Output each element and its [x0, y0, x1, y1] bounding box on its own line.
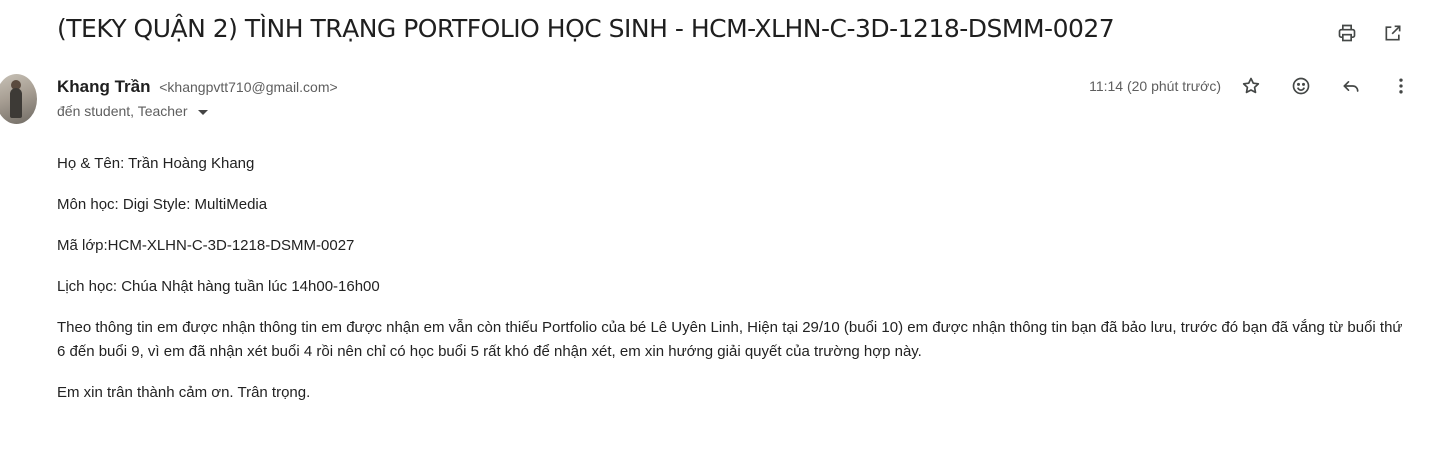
emoji-icon[interactable] [1289, 74, 1313, 98]
chevron-down-icon[interactable] [197, 109, 208, 115]
body-line-subject: Môn học: Digi Style: MultiMedia [57, 196, 268, 213]
sender-name[interactable]: Khang Trần [57, 77, 151, 96]
email-body: Họ & Tên: Trần Hoàng Khang Môn học: Digi… [57, 152, 1407, 422]
sender-line: Khang Trần <khangpvtt710@gmail.com> [57, 77, 338, 97]
avatar-figure [10, 88, 22, 118]
sender-email[interactable]: <khangpvtt710@gmail.com> [159, 79, 337, 95]
body-line-closing: Em xin trân thành cảm ơn. Trân trọng. [57, 384, 311, 401]
email-subject: (TEKY QUẬN 2) TÌNH TRẠNG PORTFOLIO HỌC S… [57, 14, 1115, 43]
body-line-schedule: Lịch học: Chúa Nhật hàng tuần lúc 14h00-… [57, 278, 380, 295]
reply-icon[interactable] [1339, 74, 1363, 98]
avatar[interactable] [0, 74, 37, 124]
recipients-line: đến student, Teacher [57, 103, 208, 119]
timestamp: 11:14 (20 phút trước) [1089, 78, 1221, 94]
recipients-text: đến student, Teacher [57, 103, 188, 119]
body-line-details: Theo thông tin em được nhận thông tin em… [57, 319, 1403, 360]
message-meta: 11:14 (20 phút trước) [1089, 74, 1413, 98]
more-vert-icon[interactable] [1389, 74, 1413, 98]
body-line-name: Họ & Tên: Trần Hoàng Khang [57, 155, 255, 172]
top-actions [1335, 21, 1405, 45]
open-in-new-window-icon[interactable] [1381, 21, 1405, 45]
print-icon[interactable] [1335, 21, 1359, 45]
body-line-class-code: Mã lớp:HCM-XLHN-C-3D-1218-DSMM-0027 [57, 237, 355, 254]
star-icon[interactable] [1239, 74, 1263, 98]
